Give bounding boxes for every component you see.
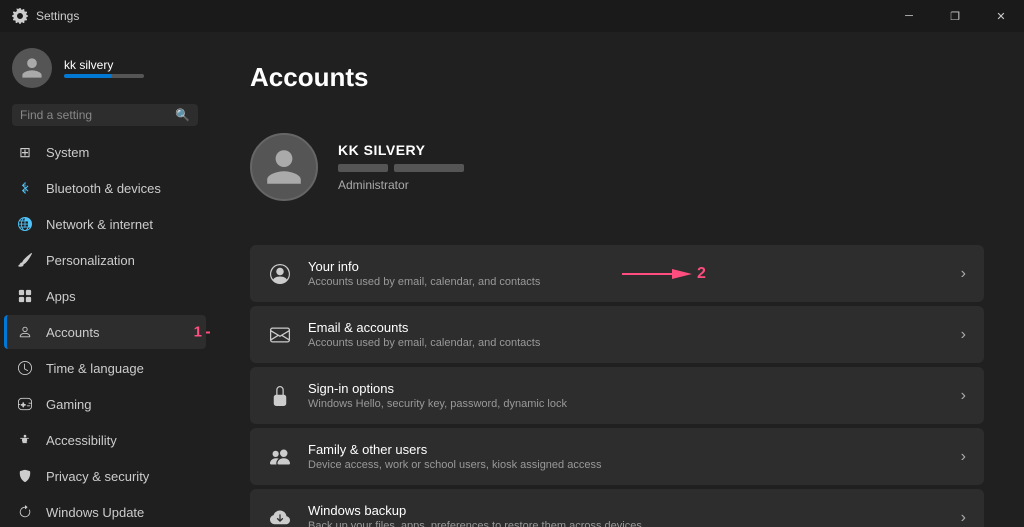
- progress-fill: [64, 74, 112, 78]
- profile-bar-1: [338, 164, 388, 172]
- family-chevron: ›: [961, 448, 966, 466]
- bluetooth-icon: [16, 179, 34, 197]
- sidebar-progress-bar: [64, 74, 144, 78]
- email-title: Email & accounts: [308, 320, 945, 335]
- sidebar-item-label: Accessibility: [46, 433, 117, 448]
- settings-item-wrapper-your-info: Your info Accounts used by email, calend…: [250, 245, 984, 302]
- sidebar-item-apps[interactable]: Apps: [4, 279, 206, 313]
- profile-bars: [338, 164, 464, 172]
- apps-icon: [16, 287, 34, 305]
- titlebar-controls: ─ ❐ ✕: [886, 0, 1024, 32]
- settings-item-signin[interactable]: Sign-in options Windows Hello, security …: [250, 367, 984, 424]
- sidebar-item-network[interactable]: Network & internet: [4, 207, 206, 241]
- family-icon: [268, 445, 292, 469]
- signin-chevron: ›: [961, 387, 966, 405]
- signin-title: Sign-in options: [308, 381, 945, 396]
- personalization-icon: [16, 251, 34, 269]
- sidebar: kk silvery 🔍 ⊞ System Bluetooth & device…: [0, 32, 210, 527]
- restore-button[interactable]: ❐: [932, 0, 978, 32]
- backup-title: Windows backup: [308, 503, 945, 518]
- close-button[interactable]: ✕: [978, 0, 1024, 32]
- user-avatar-icon: [20, 56, 44, 80]
- sidebar-item-personalization[interactable]: Personalization: [4, 243, 206, 277]
- email-text: Email & accounts Accounts used by email,…: [308, 320, 945, 349]
- titlebar-left: Settings: [12, 8, 79, 24]
- email-subtitle: Accounts used by email, calendar, and co…: [308, 337, 945, 349]
- profile-avatar: [250, 133, 318, 201]
- minimize-button[interactable]: ─: [886, 0, 932, 32]
- sidebar-item-privacy[interactable]: Privacy & security: [4, 459, 206, 493]
- accessibility-icon: [16, 431, 34, 449]
- your-info-text: Your info Accounts used by email, calend…: [308, 259, 945, 288]
- signin-icon: [268, 384, 292, 408]
- profile-avatar-icon: [263, 146, 305, 188]
- user-info: kk silvery: [64, 58, 144, 78]
- avatar: [12, 48, 52, 88]
- sidebar-item-label: Gaming: [46, 397, 92, 412]
- network-icon: [16, 215, 34, 233]
- sidebar-item-label: System: [46, 145, 89, 160]
- content-area: Accounts KK SILVERY Administrator: [210, 32, 1024, 527]
- your-info-title: Your info: [308, 259, 945, 274]
- privacy-icon: [16, 467, 34, 485]
- sidebar-item-label: Windows Update: [46, 505, 144, 520]
- sidebar-item-label: Time & language: [46, 361, 144, 376]
- sidebar-item-time[interactable]: Time & language: [4, 351, 206, 385]
- family-text: Family & other users Device access, work…: [308, 442, 945, 471]
- profile-bar-2: [394, 164, 464, 172]
- settings-item-your-info[interactable]: Your info Accounts used by email, calend…: [250, 245, 984, 302]
- email-chevron: ›: [961, 326, 966, 344]
- profile-name: KK SILVERY: [338, 142, 464, 158]
- titlebar: Settings ─ ❐ ✕: [0, 0, 1024, 32]
- settings-item-email[interactable]: Email & accounts Accounts used by email,…: [250, 306, 984, 363]
- backup-chevron: ›: [961, 509, 966, 527]
- your-info-icon: [268, 262, 292, 286]
- email-icon: [268, 323, 292, 347]
- profile-role: Administrator: [338, 178, 464, 192]
- sidebar-item-label: Network & internet: [46, 217, 153, 232]
- search-box[interactable]: 🔍: [12, 104, 198, 126]
- profile-card: KK SILVERY Administrator: [250, 117, 984, 217]
- settings-item-family[interactable]: Family & other users Device access, work…: [250, 428, 984, 485]
- sidebar-item-label: Bluetooth & devices: [46, 181, 161, 196]
- search-icon: 🔍: [175, 108, 190, 122]
- main-layout: kk silvery 🔍 ⊞ System Bluetooth & device…: [0, 32, 1024, 527]
- sidebar-item-label: Apps: [46, 289, 76, 304]
- settings-icon: [12, 8, 28, 24]
- sidebar-item-system[interactable]: ⊞ System: [4, 135, 206, 169]
- sidebar-item-accessibility[interactable]: Accessibility: [4, 423, 206, 457]
- annotation-1: 1: [194, 324, 210, 341]
- sidebar-user: kk silvery: [0, 32, 210, 100]
- backup-text: Windows backup Back up your files, apps,…: [308, 503, 945, 527]
- backup-icon: [268, 506, 292, 527]
- sidebar-item-gaming[interactable]: Gaming: [4, 387, 206, 421]
- sidebar-username: kk silvery: [64, 58, 144, 72]
- sidebar-item-label: Privacy & security: [46, 469, 149, 484]
- backup-subtitle: Back up your files, apps, preferences to…: [308, 520, 945, 527]
- sidebar-item-bluetooth[interactable]: Bluetooth & devices: [4, 171, 206, 205]
- accounts-icon: [16, 323, 34, 341]
- signin-subtitle: Windows Hello, security key, password, d…: [308, 398, 945, 410]
- settings-item-backup[interactable]: Windows backup Back up your files, apps,…: [250, 489, 984, 527]
- your-info-chevron: ›: [961, 265, 966, 283]
- sidebar-item-label: Personalization: [46, 253, 135, 268]
- gaming-icon: [16, 395, 34, 413]
- family-title: Family & other users: [308, 442, 945, 457]
- update-icon: [16, 503, 34, 521]
- your-info-subtitle: Accounts used by email, calendar, and co…: [308, 276, 945, 288]
- search-input[interactable]: [20, 108, 169, 122]
- page-title: Accounts: [250, 62, 984, 93]
- titlebar-title: Settings: [36, 9, 79, 23]
- sidebar-item-label: Accounts: [46, 325, 99, 340]
- time-icon: [16, 359, 34, 377]
- family-subtitle: Device access, work or school users, kio…: [308, 459, 945, 471]
- system-icon: ⊞: [16, 143, 34, 161]
- sidebar-item-accounts[interactable]: Accounts 1: [4, 315, 206, 349]
- signin-text: Sign-in options Windows Hello, security …: [308, 381, 945, 410]
- profile-info: KK SILVERY Administrator: [338, 142, 464, 192]
- sidebar-item-update[interactable]: Windows Update: [4, 495, 206, 527]
